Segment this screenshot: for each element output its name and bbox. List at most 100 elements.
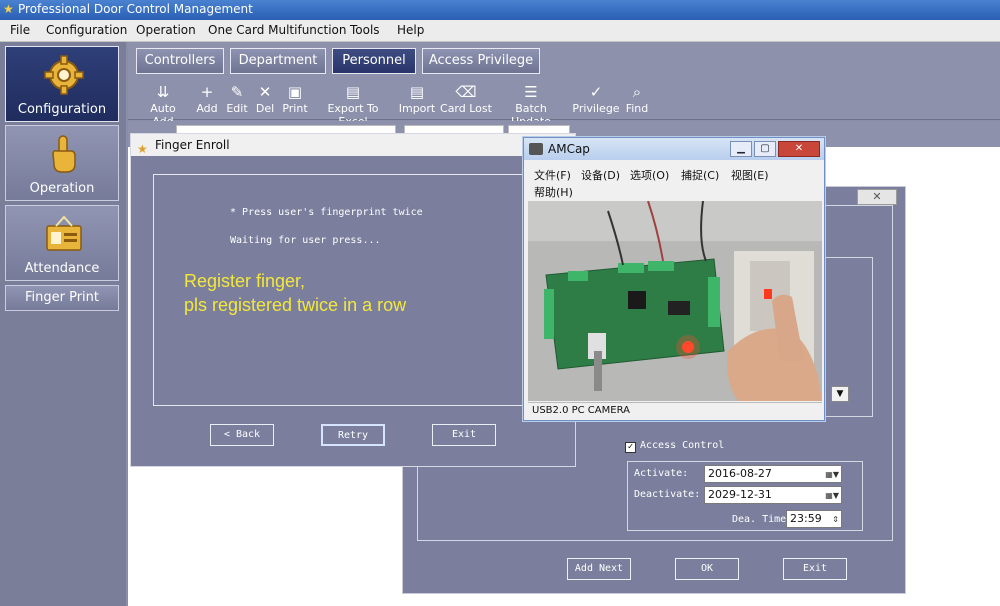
print-button[interactable]: ▣ Print — [280, 82, 310, 118]
enroll-status: Waiting for user press... — [230, 235, 381, 246]
app-title: Professional Door Control Management — [18, 2, 253, 16]
finger-enroll-title-bar: ★ Finger Enroll — [131, 134, 575, 156]
checkmark-icon: ✓ — [625, 442, 636, 453]
exit-button[interactable]: Exit — [432, 424, 496, 446]
camera-icon — [529, 143, 543, 155]
sidebar-item-attendance[interactable]: Attendance — [5, 205, 119, 281]
amcap-menu-device[interactable]: 设备(D) — [581, 167, 620, 183]
menu-tools[interactable]: Tools — [350, 23, 380, 37]
dea-time-value: 23:59 — [790, 512, 822, 525]
sidebar-item-operation[interactable]: Operation — [5, 125, 119, 201]
find-button[interactable]: ⌕ Find — [624, 82, 650, 118]
amcap-menu-capture[interactable]: 捕捉(C) — [681, 167, 719, 183]
auto-add-button[interactable]: ⇊Auto Add — [138, 82, 188, 128]
batch-update-icon: ☰ — [524, 83, 538, 101]
amcap-title: AMCap — [548, 142, 590, 156]
gear-icon — [44, 55, 84, 95]
card-lost-button[interactable]: ⌫ Card Lost — [440, 82, 492, 118]
minimize-button[interactable]: ▁ — [730, 141, 752, 157]
auto-add-icon: ⇊ — [156, 83, 170, 101]
sidebar: Configuration Operation Attendance Finge… — [0, 42, 126, 606]
card-lost-icon: ⌫ — [455, 83, 477, 101]
amcap-menu-view[interactable]: 视图(E) — [731, 167, 769, 183]
amcap-title-bar: AMCap ▁ ▢ ✕ — [524, 138, 824, 160]
access-control-label: Access Control — [640, 440, 725, 451]
find-label: Find — [625, 102, 649, 115]
deactivate-date-field[interactable]: 2029-12-31 ▦▼ — [704, 486, 842, 504]
add-button[interactable]: + Add — [192, 82, 222, 118]
hand-pointer-icon — [52, 135, 76, 173]
amcap-window: AMCap ▁ ▢ ✕ 文件(F) 设备(D) 选项(O) 捕捉(C) 视图(E… — [523, 137, 825, 421]
back-button[interactable]: < Back — [210, 424, 274, 446]
add-label: Add — [196, 102, 218, 115]
toolbar: ⇊Auto Add +Add ✎Edit ✕Del ▣Print ▤Export… — [128, 78, 1000, 128]
tab-controllers[interactable]: Controllers — [136, 48, 224, 74]
amcap-menu-help[interactable]: 帮助(H) — [534, 184, 573, 200]
menu-one-card-multifunction[interactable]: One Card Multifunction — [208, 23, 347, 37]
access-control-checkbox[interactable]: ✓ Access Control — [625, 440, 724, 453]
dropdown-button[interactable]: ▼ — [831, 386, 849, 402]
menu-operation[interactable]: Operation — [136, 23, 196, 37]
sidebar-item-label: Attendance — [24, 261, 100, 276]
activate-date-value: 2016-08-27 — [708, 467, 772, 480]
tab-access-privilege[interactable]: Access Privilege — [422, 48, 540, 74]
dea-time-field[interactable]: 23:59 ⇕ — [786, 510, 842, 528]
annotation-line-2: pls registered twice in a row — [184, 295, 407, 315]
add-next-button[interactable]: Add Next — [567, 558, 631, 580]
menu-bar: File Configuration Operation One Card Mu… — [0, 20, 1000, 42]
tab-department[interactable]: Department — [230, 48, 326, 74]
x-icon: ✕ — [258, 83, 272, 101]
dialog-close-button[interactable]: ✕ — [857, 189, 897, 205]
privilege-button[interactable]: ✓ Privilege — [572, 82, 620, 118]
sidebar-item-label: Finger Print — [24, 290, 99, 305]
del-label: Del — [255, 102, 275, 115]
deactivate-label: Deactivate: — [634, 489, 701, 500]
spinner-icon[interactable]: ⇕ — [827, 512, 839, 526]
del-button[interactable]: ✕ Del — [252, 82, 278, 118]
maximize-button[interactable]: ▢ — [754, 141, 776, 157]
exit-button[interactable]: Exit — [783, 558, 847, 580]
activate-date-field[interactable]: 2016-08-27 ▦▼ — [704, 465, 842, 483]
pencil-icon: ✎ — [230, 83, 244, 101]
retry-button[interactable]: Retry — [321, 424, 385, 446]
edit-label: Edit — [226, 102, 248, 115]
privilege-icon: ✓ — [589, 83, 603, 101]
enroll-instruction: * Press user's fingerprint twice — [230, 207, 423, 218]
calendar-dropdown-icon[interactable]: ▦▼ — [821, 467, 839, 481]
finger-enroll-title: Finger Enroll — [155, 138, 230, 152]
close-icon: ✕ — [794, 143, 804, 154]
amcap-status-bar: USB2.0 PC CAMERA — [528, 402, 822, 418]
printer-icon: ▣ — [287, 83, 303, 101]
activate-label: Activate: — [634, 468, 689, 479]
export-to-excel-button[interactable]: ▤Export To Excel — [314, 82, 392, 128]
batch-update-button[interactable]: ☰Batch Update — [496, 82, 566, 128]
sidebar-item-finger-print[interactable]: Finger Print — [5, 285, 119, 311]
calendar-dropdown-icon[interactable]: ▦▼ — [821, 488, 839, 502]
import-label: Import — [398, 102, 436, 115]
amcap-menu-options[interactable]: 选项(O) — [630, 167, 669, 183]
tab-personnel[interactable]: Personnel — [332, 48, 416, 74]
app-title-bar: ★ Professional Door Control Management — [0, 0, 1000, 20]
import-button[interactable]: ▤ Import — [398, 82, 436, 118]
sidebar-item-configuration[interactable]: Configuration — [5, 46, 119, 122]
menu-configuration[interactable]: Configuration — [46, 23, 127, 37]
app-logo-icon: ★ — [3, 2, 14, 16]
minimize-icon: ▁ — [737, 143, 745, 154]
dea-time-label: Dea. Time — [732, 514, 787, 525]
sidebar-item-label: Configuration — [17, 102, 107, 117]
sidebar-item-label: Operation — [29, 181, 95, 196]
edit-button[interactable]: ✎ Edit — [224, 82, 250, 118]
privilege-label: Privilege — [572, 102, 620, 115]
menu-file[interactable]: File — [10, 23, 30, 37]
attendance-card-icon — [46, 215, 82, 251]
menu-help[interactable]: Help — [397, 23, 424, 37]
import-icon: ▤ — [409, 83, 425, 101]
tab-strip: Controllers Department Personnel Access … — [128, 42, 1000, 78]
close-icon: ✕ — [872, 190, 882, 203]
close-button[interactable]: ✕ — [778, 141, 820, 157]
ok-button[interactable]: OK — [675, 558, 739, 580]
print-label: Print — [282, 102, 308, 115]
maximize-icon: ▢ — [760, 143, 770, 154]
deactivate-date-value: 2029-12-31 — [708, 488, 772, 501]
amcap-menu-file[interactable]: 文件(F) — [534, 167, 571, 183]
